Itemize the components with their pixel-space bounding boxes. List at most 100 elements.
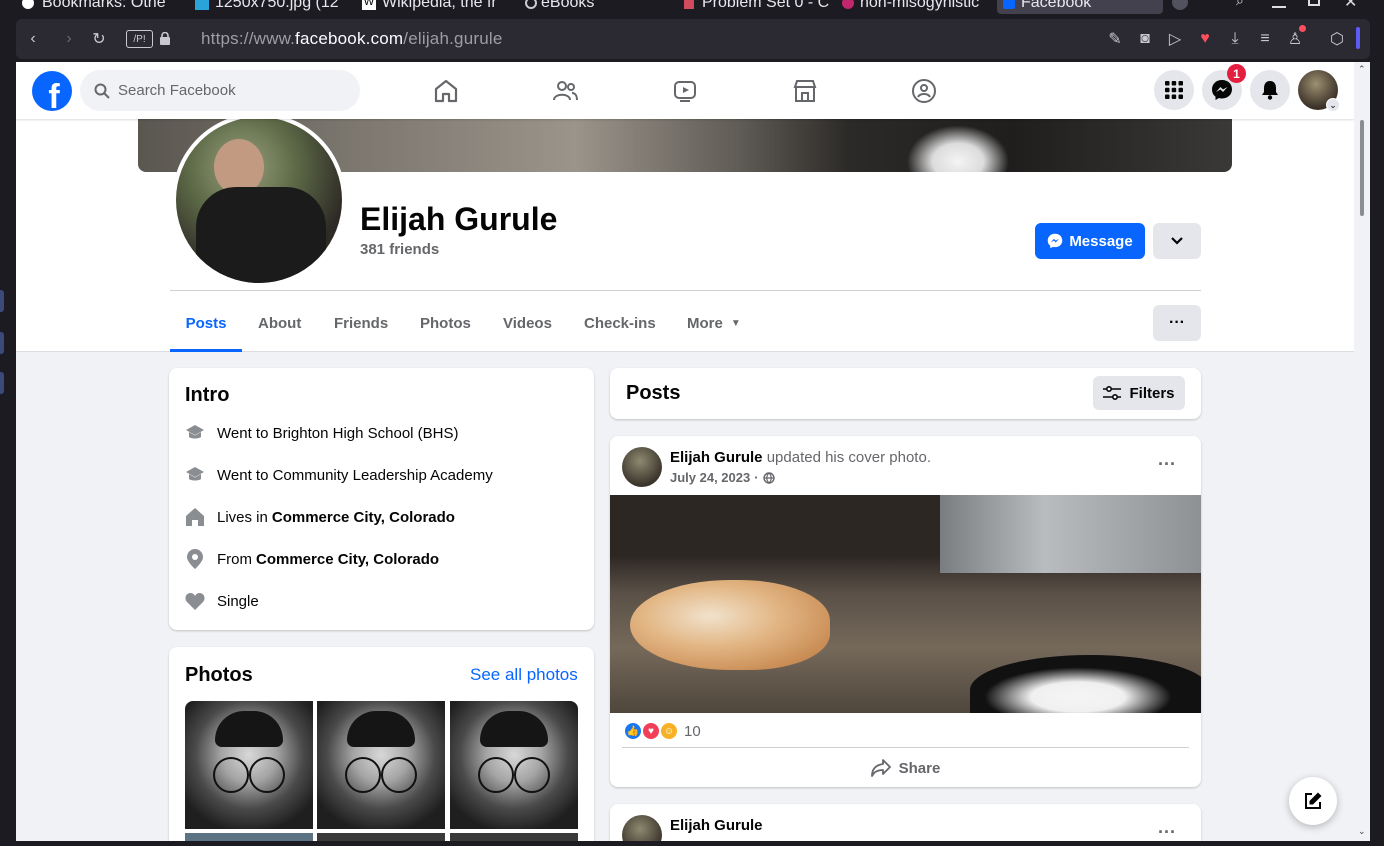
photo-hair <box>215 711 283 747</box>
post-image[interactable] <box>610 495 1201 713</box>
like-reaction-icon[interactable]: 👍 <box>624 722 642 740</box>
post-options-button[interactable]: ··· <box>1158 454 1176 475</box>
bookmark-icon <box>22 0 34 9</box>
profile-options-dropdown[interactable] <box>1153 223 1201 259</box>
search-icon[interactable]: ⌕ <box>1236 0 1244 9</box>
graduation-cap-icon <box>185 465 205 485</box>
tab-friends[interactable]: Friends <box>334 306 388 352</box>
glasses-lens <box>345 757 381 793</box>
photo-thumbnail[interactable] <box>317 833 445 841</box>
post-author-avatar[interactable] <box>622 447 662 487</box>
profile-more-button[interactable]: ··· <box>1153 305 1201 341</box>
menu-icon[interactable]: ≡ <box>1252 19 1278 59</box>
marketplace-nav-icon[interactable] <box>775 68 835 114</box>
post-author[interactable]: Elijah Gurule <box>670 449 763 466</box>
intro-item: Lives in Commerce City, Colorado <box>185 503 455 531</box>
reader-view-icon[interactable]: /P! <box>126 30 153 48</box>
tab-more[interactable]: More ▼ <box>687 306 741 352</box>
back-icon[interactable]: ‹ <box>20 19 46 59</box>
photos-card: Photos See all photos <box>169 647 594 841</box>
photo-thumbnail[interactable] <box>185 833 313 841</box>
friend-count[interactable]: 381 friends <box>360 241 439 258</box>
account-avatar[interactable]: ⌄ <box>1298 70 1340 112</box>
browser-tab-active[interactable]: Facebook <box>997 0 1163 14</box>
tab-videos[interactable]: Videos <box>503 306 552 352</box>
divider <box>170 290 1201 291</box>
url-bar[interactable]: https://www.facebook.com/elijah.gurule <box>201 29 503 49</box>
reaction-count[interactable]: 10 <box>684 723 701 740</box>
house-icon <box>185 507 205 527</box>
browser-tab[interactable]: Problem Set 0 - C <box>684 0 834 14</box>
photo-thumbnail[interactable] <box>185 701 313 829</box>
profile-shirt <box>196 187 326 283</box>
scroll-up-icon[interactable]: ⌃ <box>1358 64 1366 75</box>
post-card: Elijah Gurule updated his cover photo. J… <box>610 436 1201 787</box>
page-scrollbar[interactable]: ⌃ ⌄ <box>1354 62 1370 841</box>
menu-grid-button[interactable] <box>1154 70 1194 110</box>
message-button[interactable]: Message <box>1035 223 1145 259</box>
search-box[interactable] <box>80 70 360 111</box>
tab-check-ins[interactable]: Check-ins <box>584 306 656 352</box>
tab-posts[interactable]: Posts <box>170 306 242 352</box>
new-tab-button[interactable] <box>1172 0 1188 10</box>
search-input[interactable] <box>118 82 338 99</box>
maximize-icon[interactable] <box>1308 0 1320 6</box>
notifications-button[interactable] <box>1250 70 1290 110</box>
post-date[interactable]: July 24, 2023 <box>670 470 750 485</box>
facebook-favicon-icon <box>1003 0 1015 9</box>
play-icon[interactable]: ▷ <box>1162 19 1188 59</box>
minimize-icon[interactable] <box>1272 6 1286 8</box>
close-icon[interactable]: ✕ <box>1344 0 1357 12</box>
share-button[interactable]: Share <box>622 752 1189 784</box>
browser-tab[interactable]: W Wikipedia, the fr <box>362 0 512 14</box>
camera-icon[interactable]: ◙ <box>1132 19 1158 59</box>
see-all-photos-link[interactable]: See all photos <box>470 665 578 685</box>
photo-thumbnail[interactable] <box>450 701 578 829</box>
dog-figure <box>970 655 1201 713</box>
reload-icon[interactable]: ↻ <box>86 19 112 59</box>
profile-picture[interactable] <box>172 113 346 287</box>
sidebar-marker <box>0 332 4 354</box>
browser-tab[interactable]: eBooks <box>525 0 665 14</box>
sidebar-indicator <box>1356 27 1360 49</box>
facebook-logo-icon[interactable]: f <box>32 71 72 111</box>
scroll-down-icon[interactable]: ⌄ <box>1358 826 1366 837</box>
tab-about[interactable]: About <box>258 306 301 352</box>
new-message-button[interactable] <box>1289 777 1337 825</box>
browser-tab-bar: Bookmarks: Othe 1250x750.jpg (12 W Wikipe… <box>0 0 1384 16</box>
home-nav-icon[interactable] <box>416 68 476 114</box>
forward-icon[interactable]: › <box>56 19 82 59</box>
post-author[interactable]: Elijah Gurule <box>670 817 763 834</box>
care-reaction-icon[interactable]: ☺ <box>660 722 678 740</box>
photo-thumbnail[interactable] <box>317 701 445 829</box>
scrollbar-thumb[interactable] <box>1360 120 1364 216</box>
graduation-cap-icon <box>185 423 205 443</box>
edit-icon[interactable]: ✎ <box>1102 19 1128 59</box>
friends-nav-icon[interactable] <box>535 68 595 114</box>
browser-tab[interactable]: non-misogynistic <box>842 0 990 14</box>
cat-figure <box>630 580 830 670</box>
post-author-avatar[interactable] <box>622 815 662 841</box>
filters-button[interactable]: Filters <box>1093 376 1185 410</box>
globe-icon <box>762 471 775 484</box>
extension-icon[interactable]: ⬡ <box>1324 19 1350 59</box>
watch-nav-icon[interactable] <box>655 68 715 114</box>
heart-icon[interactable]: ♥ <box>1192 19 1218 59</box>
messenger-button[interactable]: 1 <box>1202 64 1246 110</box>
photo-thumbnail[interactable] <box>450 833 578 841</box>
chevron-down-icon: ⌄ <box>1326 98 1340 112</box>
download-icon[interactable]: ⤓ <box>1222 19 1248 59</box>
site-icon <box>842 0 854 9</box>
tab-photos[interactable]: Photos <box>420 306 471 352</box>
profile-header: Elijah Gurule 381 friends Message Posts … <box>16 113 1354 352</box>
intro-title: Intro <box>185 384 230 406</box>
grid-icon <box>1165 81 1183 99</box>
account-icon[interactable]: ♙ <box>1282 19 1308 59</box>
browser-tab[interactable]: Bookmarks: Othe <box>22 0 182 14</box>
love-reaction-icon[interactable]: ♥ <box>642 722 660 740</box>
browser-tab[interactable]: 1250x750.jpg (12 <box>195 0 345 14</box>
chevron-down-icon <box>1171 237 1183 245</box>
post-options-button[interactable]: ··· <box>1158 822 1176 841</box>
groups-nav-icon[interactable] <box>894 68 954 114</box>
glasses-lens <box>478 757 514 793</box>
